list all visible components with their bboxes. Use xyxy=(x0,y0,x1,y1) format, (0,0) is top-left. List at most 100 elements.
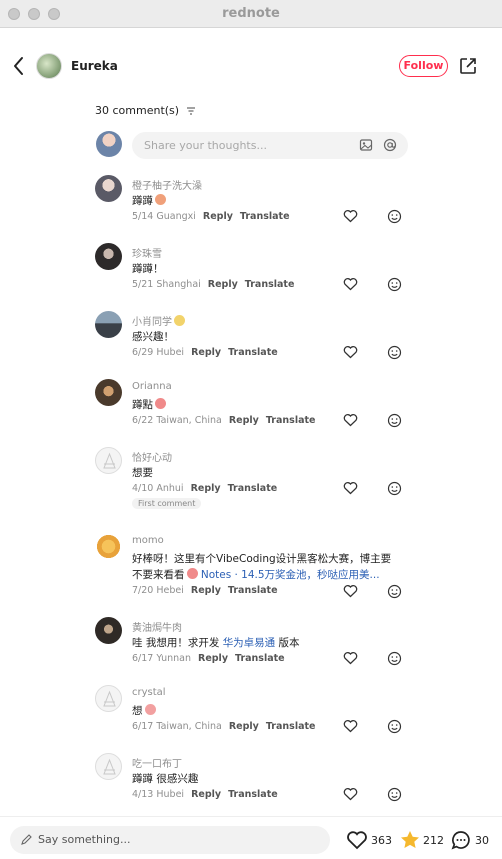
comment-text: 好棒呀！这里有个VibeCoding设计黑客松大赛，博主要 xyxy=(132,553,392,565)
commenter-name[interactable]: 吃一口布丁 xyxy=(132,755,182,770)
my-avatar xyxy=(96,131,122,157)
commenter-avatar[interactable] xyxy=(95,243,122,270)
like-icon[interactable] xyxy=(343,787,358,801)
emoji-reaction-icon[interactable] xyxy=(387,719,402,734)
comment-meta: 5/21 Shanghai Reply Translate xyxy=(132,279,295,290)
comment-text: 蹲蹲！ xyxy=(132,263,164,275)
default-avatar-icon xyxy=(103,758,116,775)
comment-text: 感兴趣！ xyxy=(132,331,174,343)
like-icon[interactable] xyxy=(343,719,358,733)
hashtag-link[interactable]: 华为卓易通 xyxy=(223,637,276,649)
back-icon[interactable] xyxy=(10,55,28,77)
like-icon[interactable] xyxy=(343,277,358,291)
translate-button[interactable]: Translate xyxy=(245,279,295,290)
image-icon[interactable] xyxy=(359,138,373,152)
emoji-reaction-icon[interactable] xyxy=(387,651,402,666)
comment-item: 橙子柚子洗大澡 蹲蹲 5/14 Guangxi Reply Translate xyxy=(0,175,502,243)
commenter-avatar[interactable] xyxy=(95,753,122,780)
comment-text: 想要 xyxy=(132,467,153,479)
like-count: 363 xyxy=(371,834,392,847)
comment-item: 小肖同学 感兴趣！ 6/29 Hubei Reply Translate xyxy=(0,311,502,379)
comment-meta: 4/13 Hubei Reply Translate xyxy=(132,789,278,800)
comment-count: 30 comment(s) xyxy=(95,104,196,117)
like-icon[interactable] xyxy=(343,209,358,223)
emoji-reaction-icon[interactable] xyxy=(387,413,402,428)
pencil-icon xyxy=(21,834,32,845)
comment-item: 吃一口布丁 蹲蹲 很感兴趣 4/13 Hubei Reply Translate xyxy=(0,753,502,821)
commenter-name[interactable]: 恰好心动 xyxy=(132,449,172,464)
translate-button[interactable]: Translate xyxy=(228,483,278,494)
commenter-name[interactable]: 黄油焗牛肉 xyxy=(132,619,182,634)
emoji-reaction-icon[interactable] xyxy=(387,584,402,599)
post-header: Eureka Follow xyxy=(0,29,502,103)
translate-button[interactable]: Translate xyxy=(240,211,290,222)
reply-button[interactable]: Reply xyxy=(229,415,259,426)
like-icon[interactable] xyxy=(343,584,358,598)
translate-button[interactable]: Translate xyxy=(228,585,278,596)
comment-text: 哇 我想用！求开发 华为卓易通 版本 xyxy=(132,637,300,649)
commenter-avatar[interactable] xyxy=(95,379,122,406)
commenter-name[interactable]: 橙子柚子洗大澡 xyxy=(132,177,202,192)
comment-total-count: 30 xyxy=(475,834,489,847)
emoji-reaction-icon[interactable] xyxy=(387,209,402,224)
comment-text: 蹲蹲 xyxy=(132,193,166,208)
commenter-name[interactable]: crystal xyxy=(132,687,166,698)
commenter-avatar[interactable] xyxy=(95,311,122,338)
emoji-icon xyxy=(155,194,166,205)
commenter-avatar[interactable] xyxy=(95,533,122,560)
emoji-reaction-icon[interactable] xyxy=(387,481,402,496)
emoji-reaction-icon[interactable] xyxy=(387,787,402,802)
comment-text-line2: 不要来看看 Notes · 14.5万奖金池，秒哒应用美... xyxy=(132,568,380,581)
emoji-icon xyxy=(155,398,166,409)
reply-button[interactable]: Reply xyxy=(198,653,228,664)
translate-button[interactable]: Translate xyxy=(228,789,278,800)
commenter-avatar[interactable] xyxy=(95,175,122,202)
mention-icon[interactable] xyxy=(383,138,397,152)
translate-button[interactable]: Translate xyxy=(228,347,278,358)
window-titlebar: rednote xyxy=(0,0,502,28)
translate-button[interactable]: Translate xyxy=(235,653,285,664)
translate-button[interactable]: Translate xyxy=(266,721,316,732)
comment-item: 黄油焗牛肉 哇 我想用！求开发 华为卓易通 版本 6/17 Yunnan Repl… xyxy=(0,617,502,685)
reply-button[interactable]: Reply xyxy=(229,721,259,732)
reply-button[interactable]: Reply xyxy=(191,347,221,358)
commenter-avatar[interactable] xyxy=(95,685,122,712)
reply-button[interactable]: Reply xyxy=(191,585,221,596)
like-icon[interactable] xyxy=(343,413,358,427)
commenter-name[interactable]: Orianna xyxy=(132,381,172,392)
reply-button[interactable]: Reply xyxy=(208,279,238,290)
follow-button[interactable]: Follow xyxy=(399,55,448,77)
share-icon[interactable] xyxy=(458,56,478,76)
sort-icon[interactable] xyxy=(186,107,196,115)
comment-meta: 4/10 Anhui Reply Translate xyxy=(132,483,278,494)
commenter-name[interactable]: 珍珠雪 xyxy=(132,245,162,260)
like-icon[interactable] xyxy=(346,829,368,851)
comment-meta: 6/29 Hubei Reply Translate xyxy=(132,347,278,358)
like-icon[interactable] xyxy=(343,481,358,495)
star-icon[interactable] xyxy=(399,829,421,851)
commenter-name[interactable]: momo xyxy=(132,535,164,546)
commenter-avatar[interactable] xyxy=(95,447,122,474)
comment-item: momo 好棒呀！这里有个VibeCoding设计黑客松大赛，博主要 不要来看看… xyxy=(0,533,502,609)
translate-button[interactable]: Translate xyxy=(266,415,316,426)
author-avatar[interactable] xyxy=(36,53,62,79)
comment-meta: 6/17 Taiwan, China Reply Translate xyxy=(132,721,316,732)
comment-text: 蹲點 xyxy=(132,397,166,412)
reply-button[interactable]: Reply xyxy=(203,211,233,222)
comment-icon[interactable] xyxy=(450,829,472,851)
reply-button[interactable]: Reply xyxy=(191,483,221,494)
like-icon[interactable] xyxy=(343,345,358,359)
author-name[interactable]: Eureka xyxy=(71,59,118,73)
emoji-reaction-icon[interactable] xyxy=(387,277,402,292)
commenter-avatar[interactable] xyxy=(95,617,122,644)
say-something-input[interactable]: Say something... xyxy=(10,826,330,854)
commenter-name[interactable]: 小肖同学 xyxy=(132,313,185,328)
first-comment-badge: First comment xyxy=(132,498,202,509)
like-icon[interactable] xyxy=(343,651,358,665)
star-count: 212 xyxy=(423,834,444,847)
note-link[interactable]: Notes · 14.5万奖金池，秒哒应用美... xyxy=(201,569,380,581)
emoji-reaction-icon[interactable] xyxy=(387,345,402,360)
default-avatar-icon xyxy=(103,452,116,469)
emoji-icon xyxy=(186,568,198,579)
reply-button[interactable]: Reply xyxy=(191,789,221,800)
